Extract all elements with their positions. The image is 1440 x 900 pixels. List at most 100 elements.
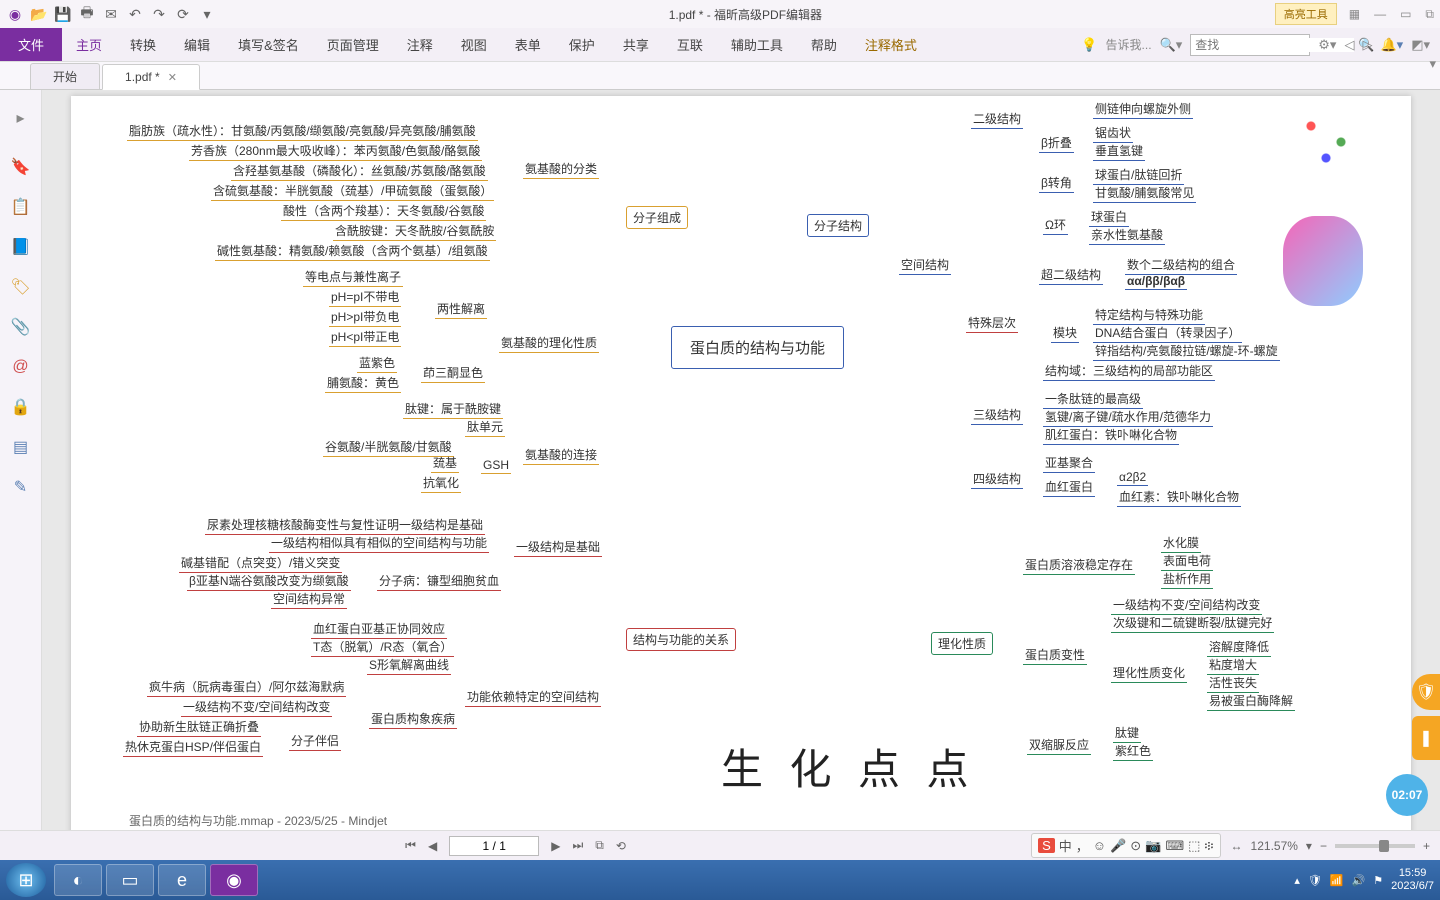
ime-bar[interactable]: S 中 ， ☺ 🎤 ⊙ 📷 ⌨ ⬚ ፨ (1031, 833, 1220, 858)
search-box[interactable]: 🔍 (1190, 34, 1310, 56)
side-handle-icon[interactable]: ❚ (1412, 716, 1440, 760)
taskbar: ⊞ ◐ ▭ e ◉ ▴ 🛡 📶 🔊 ⚑ 15:59 2023/6/7 (0, 860, 1440, 900)
document-area[interactable]: 蛋白质的结构与功能 分子组成 分子结构 空间结构 结构与功能的关系 理化性质 氨… (42, 90, 1440, 830)
page-input[interactable] (449, 836, 539, 856)
lock-icon[interactable]: 🔒 (10, 396, 32, 418)
ime-camera-icon[interactable]: 📷 (1145, 838, 1161, 854)
ime-menu-icon[interactable]: ፨ (1204, 838, 1213, 854)
ime-mic-icon[interactable]: 🎤 (1110, 838, 1126, 854)
tray-flag-icon[interactable]: ⚑ (1373, 874, 1383, 887)
tab-close-icon[interactable]: ✕ (168, 71, 177, 84)
taskbar-app-1[interactable]: ◐ (54, 864, 102, 896)
tab-access[interactable]: 辅助工具 (717, 28, 797, 61)
pages-icon[interactable]: 📘 (10, 236, 32, 258)
signature-icon[interactable]: ✎ (10, 476, 32, 498)
open-icon[interactable]: 📂 (30, 5, 48, 23)
ime-pad-icon[interactable]: ⬚ (1188, 838, 1200, 854)
tab-fillsign[interactable]: 填写&签名 (224, 28, 313, 61)
save-icon[interactable]: 💾 (54, 5, 72, 23)
last-page-icon[interactable]: ⏭ (572, 838, 583, 853)
taskbar-app-foxit[interactable]: ◉ (210, 864, 258, 896)
tab-form[interactable]: 表单 (501, 28, 555, 61)
print-icon[interactable]: 🖶 (78, 5, 96, 23)
qat-more-icon[interactable]: ▾ (198, 5, 216, 23)
txt: 含酰胺键：天冬酰胺/谷氨酰胺 (333, 222, 496, 241)
collapse-ribbon-icon[interactable]: ▾ (1429, 56, 1436, 72)
nav-next-icon[interactable]: ▷ (1362, 37, 1372, 53)
tray-network-icon[interactable]: 📶 (1330, 874, 1344, 887)
highlight-tool-badge[interactable]: 高亮工具 (1275, 3, 1337, 25)
rotate-icon[interactable]: ⟲ (616, 839, 626, 853)
attachment-icon[interactable]: 📎 (10, 316, 32, 338)
txt: 一级结构相似具有相似的空间结构与功能 (269, 534, 489, 553)
tab-comment[interactable]: 注释 (393, 28, 447, 61)
tab-connect[interactable]: 互联 (663, 28, 717, 61)
file-tab[interactable]: 文件 (0, 28, 62, 61)
doc-tab-pdf[interactable]: 1.pdf * ✕ (102, 64, 200, 90)
tag-icon[interactable]: 🏷 (10, 276, 32, 298)
at-icon[interactable]: @ (10, 356, 32, 378)
doc-tab-start[interactable]: 开始 (30, 63, 100, 89)
email-icon[interactable]: ✉ (102, 5, 120, 23)
redo2-icon[interactable]: ⟳ (174, 5, 192, 23)
tell-me[interactable]: 告诉我... (1106, 36, 1152, 53)
txt: 含硫氨基酸：半胱氨酸（巯基）/甲硫氨酸（蛋氨酸） (211, 182, 494, 201)
zoom-slider[interactable] (1335, 844, 1415, 848)
bell-icon[interactable]: 🔔▾ (1380, 37, 1403, 53)
tab-convert[interactable]: 转换 (116, 28, 170, 61)
ime-punct-icon[interactable]: ， (1076, 836, 1089, 855)
tab-help[interactable]: 帮助 (797, 28, 851, 61)
tab-commentfmt[interactable]: 注释格式 (851, 28, 931, 61)
txt: pH>pI带负电 (329, 308, 401, 327)
tray-volume-icon[interactable]: 🔊 (1352, 874, 1366, 887)
close-icon[interactable]: ⧉ (1425, 7, 1434, 22)
ime-speaker-icon[interactable]: ⊙ (1130, 838, 1141, 854)
tab-home[interactable]: 主页 (62, 28, 116, 61)
maximize-icon[interactable]: ▭ (1400, 7, 1411, 22)
bookmarks-icon[interactable]: 🔖 (10, 156, 32, 178)
tab-edit[interactable]: 编辑 (170, 28, 224, 61)
ime-logo-icon[interactable]: S (1038, 838, 1055, 853)
zoom-in-icon[interactable]: + (1423, 839, 1430, 853)
gear-icon[interactable]: ⚙▾ (1318, 37, 1336, 53)
ribbon-tabs: 主页 转换 编辑 填写&签名 页面管理 注释 视图 表单 保护 共享 互联 辅助… (62, 28, 931, 61)
undo-icon[interactable]: ↶ (126, 5, 144, 23)
ime-emoji-icon[interactable]: ☺ (1093, 838, 1106, 853)
find-tool-icon[interactable]: 🔍▾ (1160, 37, 1183, 53)
node-aa-class: 氨基酸的分类 (523, 160, 599, 179)
txt: 蛋白质溶液稳定存在 (1023, 556, 1135, 575)
grid-icon[interactable]: ▦ (1349, 7, 1360, 22)
tab-share[interactable]: 共享 (609, 28, 663, 61)
tab-protect[interactable]: 保护 (555, 28, 609, 61)
tab-pagemgmt[interactable]: 页面管理 (313, 28, 393, 61)
first-page-icon[interactable]: ⏮ (405, 838, 416, 853)
redo-icon[interactable]: ↷ (150, 5, 168, 23)
tab-view[interactable]: 视图 (447, 28, 501, 61)
zoom-dropdown-icon[interactable]: ▾ (1306, 839, 1312, 853)
spread-icon[interactable]: ⧉ (595, 838, 604, 853)
window-title: 1.pdf * - 福昕高级PDF编辑器 (216, 6, 1275, 23)
txt: 侧链伸向螺旋外侧 (1093, 100, 1193, 119)
node-mol-struct: 分子结构 (807, 214, 869, 237)
next-page-icon[interactable]: ▶ (551, 839, 560, 853)
prev-page-icon[interactable]: ◀ (428, 839, 437, 853)
zoom-out-icon[interactable]: − (1320, 839, 1327, 853)
user-icon[interactable]: ◩▾ (1411, 37, 1430, 53)
tray-shield-icon[interactable]: 🛡 (1308, 874, 1322, 887)
minimize-icon[interactable]: — (1374, 7, 1386, 22)
fit-width-icon[interactable]: ↔ (1231, 839, 1243, 853)
ime-keyboard-icon[interactable]: ⌨ (1165, 838, 1184, 854)
taskbar-app-2[interactable]: ▭ (106, 864, 154, 896)
tray-chevron-icon[interactable]: ▴ (1294, 874, 1300, 887)
taskbar-app-edge[interactable]: e (158, 864, 206, 896)
nav-prev-icon[interactable]: ◁ (1344, 37, 1354, 53)
time-bubble[interactable]: 02:07 (1386, 774, 1428, 816)
ime-lang[interactable]: 中 (1059, 836, 1072, 855)
txt: 血红蛋白亚基正协同效应 (311, 620, 447, 639)
taskbar-clock[interactable]: 15:59 2023/6/7 (1391, 867, 1434, 893)
clipboard-icon[interactable]: 📋 (10, 196, 32, 218)
start-button[interactable]: ⊞ (6, 863, 46, 897)
expand-panel-icon[interactable]: ▸ (10, 98, 32, 138)
fields-icon[interactable]: ▤ (10, 436, 32, 458)
side-badge-icon[interactable]: 🛡 (1412, 674, 1440, 710)
